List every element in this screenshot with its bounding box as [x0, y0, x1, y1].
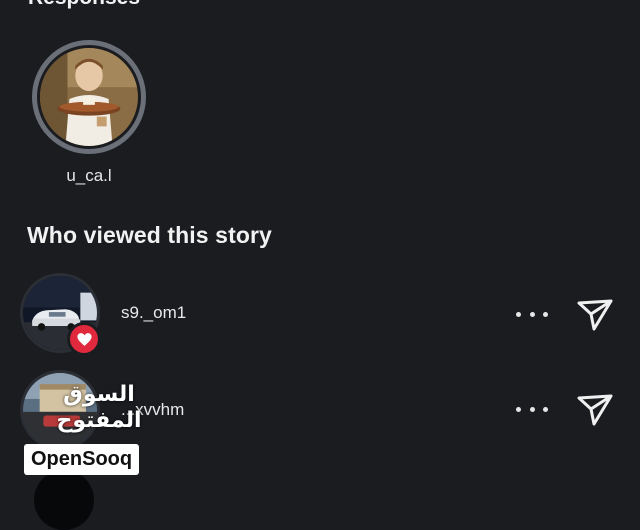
- dot: [516, 406, 521, 412]
- send-icon[interactable]: [575, 295, 615, 335]
- viewer-username[interactable]: s9._om1: [121, 303, 186, 323]
- send-icon[interactable]: [575, 390, 615, 430]
- dot: [516, 311, 521, 317]
- response-username[interactable]: u_ca.l: [28, 166, 150, 186]
- like-badge: [67, 322, 101, 356]
- heart-icon: [76, 332, 92, 346]
- viewer-avatar[interactable]: [20, 370, 100, 450]
- dot: [529, 406, 535, 412]
- viewer-row[interactable]: ...xvvhm: [0, 370, 640, 456]
- dot: [529, 311, 535, 317]
- viewer-row[interactable]: s9._om1: [0, 273, 640, 359]
- viewer-username[interactable]: ...xvvhm: [121, 400, 184, 420]
- response-avatar[interactable]: [32, 40, 146, 154]
- viewer-avatar-photo: [23, 373, 97, 447]
- more-dots-icon[interactable]: [516, 304, 548, 324]
- dot: [543, 311, 548, 317]
- responses-heading: Responses: [28, 0, 140, 10]
- viewer-avatar-partial[interactable]: [34, 470, 94, 530]
- viewers-section-title: Who viewed this story: [27, 222, 272, 248]
- more-dots-icon[interactable]: [516, 399, 548, 419]
- response-avatar-photo: [40, 48, 138, 146]
- dot: [543, 406, 548, 412]
